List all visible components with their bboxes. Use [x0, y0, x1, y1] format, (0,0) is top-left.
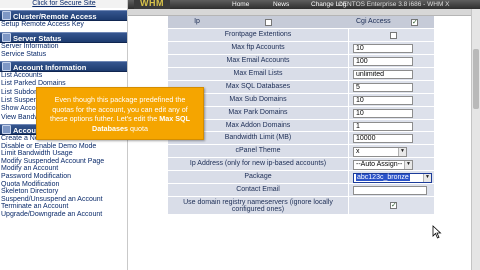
package-options-form: Ip Cgi Access ✓ Frontpage Extentions Max…: [168, 16, 434, 216]
whm-logo: WHM: [134, 0, 170, 9]
contact-email-label: Contact Email: [168, 184, 348, 197]
form-row-contact-email: Contact Email: [168, 184, 434, 198]
sidebar-item-setup-remote-access-key[interactable]: Setup Remote Access Key: [0, 21, 127, 29]
nav-news-link[interactable]: News: [273, 0, 289, 9]
section-title: Server Status: [13, 33, 62, 43]
form-row-max-sub-domains: Max Sub Domains 10: [168, 93, 434, 107]
ip-cgi-row: Ip Cgi Access ✓: [168, 16, 434, 29]
max-ftp-input[interactable]: 10: [353, 43, 413, 53]
max-email-lists-input[interactable]: unlimited: [353, 69, 413, 79]
max-park-domains-input[interactable]: 10: [353, 108, 413, 118]
sidebar-item-service-status[interactable]: Service Status: [0, 51, 127, 59]
form-row-max-ftp: Max ftp Accounts 10: [168, 41, 434, 55]
sidebar-item-modify-suspended-page[interactable]: Modify Suspended Account Page: [0, 158, 127, 166]
cluster-icon: [2, 11, 11, 21]
form-row-max-email: Max Email Accounts 100: [168, 54, 434, 68]
max-sql-input[interactable]: 5: [353, 82, 413, 92]
section-header-account-information[interactable]: Account Information: [0, 61, 127, 73]
form-row-cpanel-theme: cPanel Theme x ▼: [168, 145, 434, 159]
form-row-max-email-lists: Max Email Lists unlimited: [168, 67, 434, 81]
sidebar-item-demo-mode[interactable]: Disable or Enable Demo Mode: [0, 143, 127, 151]
contact-email-input[interactable]: [353, 186, 427, 196]
form-row-frontpage: Frontpage Extentions: [168, 28, 434, 42]
form-row-max-park-domains: Max Park Domains 10: [168, 106, 434, 120]
form-row-package: Package abc123c_bronze ▼: [168, 171, 434, 185]
top-nav-bar: WHM Home News Change Log CENTOS Enterpri…: [128, 0, 480, 9]
max-email-input[interactable]: 100: [353, 56, 413, 66]
cgi-access-checkbox[interactable]: ✓: [411, 19, 418, 26]
secure-site-link[interactable]: Click for Secure Site: [0, 0, 127, 9]
max-email-lists-label: Max Email Lists: [168, 67, 348, 80]
sidebar-item-suspend-account[interactable]: Suspend/Unsuspend an Account: [0, 196, 127, 204]
max-sub-domains-input[interactable]: 10: [353, 95, 413, 105]
sidebar-item-password-modification[interactable]: Password Modification: [0, 173, 127, 181]
sidebar-item-list-accounts[interactable]: List Accounts: [0, 72, 127, 80]
section-header-server-status[interactable]: Server Status: [0, 31, 127, 43]
nav-home-link[interactable]: Home: [232, 0, 249, 9]
package-value: abc123c_bronze: [356, 174, 410, 182]
callout-text-end: quota: [127, 123, 148, 133]
registry-nameservers-checkbox[interactable]: ✓: [390, 202, 397, 210]
tutorial-callout: Even though this package predefined the …: [36, 87, 204, 140]
ip-address-select[interactable]: --Auto Assign-- ▼: [353, 160, 413, 170]
cpanel-theme-value: x: [356, 148, 360, 156]
form-row-ip-address: Ip Address (only for new ip-based accoun…: [168, 158, 434, 172]
scrollbar-thumb[interactable]: [473, 49, 479, 109]
mouse-pointer-icon: [432, 225, 442, 239]
form-row-bandwidth-limit: Bandwidth Limit (MB) 10000: [168, 132, 434, 146]
account-information-icon: [2, 62, 11, 72]
ip-checkbox[interactable]: [265, 19, 272, 26]
ip-address-value: --Auto Assign--: [356, 161, 403, 169]
ip-label: Ip: [194, 18, 200, 25]
frontpage-label: Frontpage Extentions: [168, 28, 348, 41]
vertical-scrollbar[interactable]: [471, 9, 480, 270]
bandwidth-limit-input[interactable]: 10000: [353, 134, 413, 144]
server-info-text: CENTOS Enterprise 3.8 i686 - WHM X: [338, 1, 450, 8]
ip-address-label: Ip Address (only for new ip-based accoun…: [168, 158, 348, 171]
server-status-icon: [2, 32, 11, 42]
form-row-max-sql: Max SQL Databases 5: [168, 80, 434, 94]
max-email-label: Max Email Accounts: [168, 54, 348, 67]
package-label: Package: [168, 171, 348, 184]
sidebar-item-limit-bandwidth[interactable]: Limit Bandwidth Usage: [0, 150, 127, 158]
sidebar-item-skeleton-directory[interactable]: Skeleton Directory: [0, 188, 127, 196]
sidebar-item-modify-account[interactable]: Modify an Account: [0, 165, 127, 173]
sidebar-item-upgrade-downgrade-account[interactable]: Upgrade/Downgrade an Account: [0, 211, 127, 219]
section-title: Account Information: [13, 63, 87, 73]
frontpage-checkbox[interactable]: [390, 31, 397, 39]
max-ftp-label: Max ftp Accounts: [168, 41, 348, 54]
chevron-down-icon: ▼: [404, 161, 412, 169]
cpanel-theme-label: cPanel Theme: [168, 145, 348, 158]
sidebar-item-terminate-account[interactable]: Terminate an Account: [0, 203, 127, 211]
top-sub-bar: [128, 9, 480, 16]
form-row-registry-nameservers: Use domain registry nameservers (ignore …: [168, 197, 434, 216]
account-functions-icon: [2, 124, 11, 134]
registry-nameservers-label: Use domain registry nameservers (ignore …: [168, 197, 348, 215]
max-addon-domains-input[interactable]: 1: [353, 121, 413, 131]
chevron-down-icon: ▼: [398, 148, 406, 156]
package-select[interactable]: abc123c_bronze ▼: [353, 173, 432, 183]
sidebar-item-server-information[interactable]: Server Information: [0, 43, 127, 51]
cpanel-theme-select[interactable]: x ▼: [353, 147, 407, 157]
section-header-cluster[interactable]: Cluster/Remote Access: [0, 10, 127, 22]
chevron-down-icon: ▼: [423, 174, 431, 182]
form-row-max-addon-domains: Max Addon Domains 1: [168, 119, 434, 133]
section-title: Cluster/Remote Access: [13, 12, 97, 22]
sidebar-item-quota-modification[interactable]: Quota Modification: [0, 181, 127, 189]
cgi-access-label: Cgi Access: [356, 18, 391, 25]
